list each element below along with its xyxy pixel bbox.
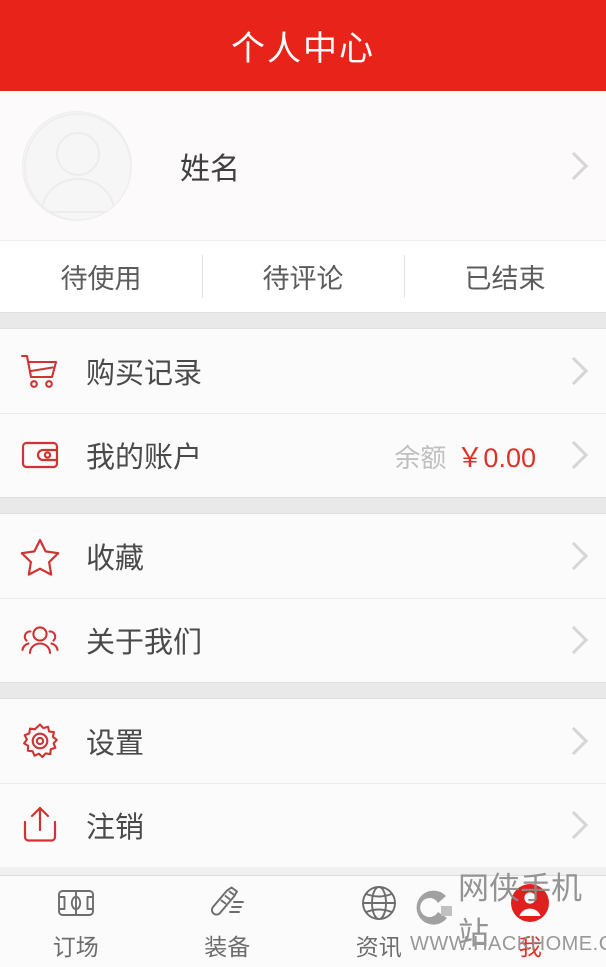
menu-row-favorites[interactable]: 收藏 — [0, 514, 606, 598]
menu-row-about-us[interactable]: 关于我们 — [0, 598, 606, 682]
profile-name: 姓名 — [180, 152, 240, 186]
menu-label: 购买记录 — [86, 358, 203, 390]
nav-item-equipment[interactable]: 装备 — [152, 876, 304, 967]
chevron-right-icon — [559, 151, 589, 180]
menu-row-settings[interactable]: 设置 — [0, 699, 606, 783]
gear-icon — [16, 717, 64, 765]
tab-pending-use[interactable]: 待使用 — [0, 241, 202, 312]
shopping-cart-icon — [16, 347, 64, 395]
menu-label: 设置 — [86, 728, 145, 760]
profile-row[interactable]: 姓名 — [0, 91, 606, 240]
menu-group-community: 收藏 关于我们 — [0, 514, 606, 682]
menu-label: 我的账户 — [86, 442, 203, 474]
section-divider — [0, 497, 606, 514]
menu-label: 注销 — [86, 812, 145, 844]
menu-group-system: 设置 注销 — [0, 699, 606, 867]
menu-label: 收藏 — [86, 543, 145, 575]
menu-row-purchase-records[interactable]: 购买记录 — [0, 329, 606, 413]
globe-icon — [358, 882, 400, 924]
section-divider — [0, 312, 606, 329]
nav-item-me[interactable]: 我 — [455, 876, 606, 967]
bottom-navigation: 订场 装备 资讯 我 网侠手机站 WWW.HACKHOME. — [0, 871, 606, 967]
nav-item-news[interactable]: 资讯 — [303, 876, 455, 967]
chevron-right-icon — [559, 726, 589, 756]
chevron-right-icon — [559, 356, 589, 386]
star-icon — [16, 532, 64, 580]
balance-amount: ￥0.00 — [456, 442, 536, 473]
soccer-field-icon — [55, 882, 97, 924]
menu-group-orders: 购买记录 我的账户 余额 ￥0.00 — [0, 329, 606, 497]
chevron-right-icon — [559, 440, 589, 470]
menu-row-my-account[interactable]: 我的账户 余额 ￥0.00 — [0, 413, 606, 497]
personal-center-screen: 个人中心 姓名 待使用 待评论 已结束 购买记录 我的账户 余额 ￥0.00 收… — [0, 0, 606, 967]
sports-shoe-icon — [206, 882, 248, 924]
menu-label: 关于我们 — [86, 627, 203, 659]
nav-label: 装备 — [204, 933, 251, 960]
user-silhouette-icon — [24, 112, 131, 220]
account-balance: 余额 ￥0.00 — [394, 436, 536, 475]
menu-row-logout[interactable]: 注销 — [0, 783, 606, 867]
user-circle-icon — [509, 882, 551, 924]
chevron-right-icon — [559, 541, 589, 571]
app-header: 个人中心 — [0, 0, 606, 91]
avatar[interactable] — [22, 110, 132, 221]
chevron-right-icon — [559, 810, 589, 840]
section-divider — [0, 682, 606, 699]
nav-label: 资讯 — [355, 933, 402, 960]
chevron-right-icon — [559, 625, 589, 655]
page-title: 个人中心 — [231, 30, 375, 68]
balance-label: 余额 — [394, 442, 447, 473]
tab-finished[interactable]: 已结束 — [404, 241, 606, 312]
people-icon — [16, 616, 64, 664]
tab-pending-review[interactable]: 待评论 — [202, 241, 404, 312]
nav-label: 我 — [518, 933, 542, 960]
nav-label: 订场 — [52, 933, 99, 960]
logout-upload-icon — [16, 801, 64, 849]
nav-item-book-field[interactable]: 订场 — [0, 876, 152, 967]
wallet-icon — [16, 431, 64, 479]
order-status-tabs: 待使用 待评论 已结束 — [0, 240, 606, 312]
content-spacer — [0, 867, 606, 875]
